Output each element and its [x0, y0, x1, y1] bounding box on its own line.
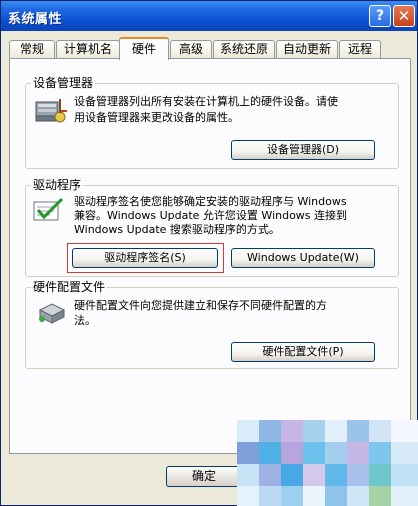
- hardware-profiles-group-title: 硬件配置文件: [31, 280, 108, 294]
- hardware-profiles-description-line2: 法。: [74, 314, 96, 327]
- tab-computer-name[interactable]: 计算机名: [56, 40, 120, 59]
- device-manager-icon: [35, 99, 67, 123]
- driver-signing-icon: [33, 197, 64, 221]
- title-bar[interactable]: 系统属性 ? ✕: [1, 1, 417, 31]
- hardware-profiles-group: 硬件配置文件 硬件配置文件向您提供建立和保存不同硬件配置的方 法。 硬件配置文件…: [25, 280, 399, 369]
- drivers-group: 驱动程序 驱动程序签名使您能够确定安装的驱动程序与 Windows 兼容。Win…: [25, 178, 399, 277]
- tab-system-restore[interactable]: 系统还原: [213, 40, 275, 59]
- ok-button[interactable]: 确定: [166, 466, 242, 487]
- hardware-profiles-button[interactable]: 硬件配置文件(P): [231, 342, 375, 362]
- device-manager-description-line2: 用设备管理器来更改设备的属性。: [74, 111, 239, 124]
- tab-strip: 常规 计算机名 硬件 高级 系统还原 自动更新 远程: [9, 37, 413, 60]
- pixelated-watermark: [237, 420, 418, 506]
- close-button[interactable]: ✕: [393, 5, 415, 27]
- tab-advanced[interactable]: 高级: [170, 40, 212, 59]
- tab-hardware[interactable]: 硬件: [119, 37, 169, 60]
- hardware-profiles-description-line1: 硬件配置文件向您提供建立和保存不同硬件配置的方: [74, 299, 327, 312]
- device-manager-group: 设备管理器 设备管理器列出所有安装在计算机上的硬件设备。请使 用设备管理器来更改…: [25, 76, 399, 169]
- driver-description-line1: 驱动程序签名使您能够确定安装的驱动程序与 Windows: [74, 195, 347, 208]
- help-button[interactable]: ?: [369, 5, 391, 27]
- device-manager-description-line1: 设备管理器列出所有安装在计算机上的硬件设备。请使: [74, 95, 338, 108]
- device-manager-button[interactable]: 设备管理器(D): [231, 140, 375, 160]
- drivers-group-title: 驱动程序: [31, 178, 84, 192]
- driver-description-line2: 兼容。Windows Update 允许您设置 Windows 连接到: [74, 209, 348, 222]
- tab-automatic-updates[interactable]: 自动更新: [276, 40, 338, 59]
- window-title: 系统属性: [8, 12, 63, 27]
- device-manager-group-title: 设备管理器: [31, 76, 96, 90]
- tab-general[interactable]: 常规: [9, 40, 55, 59]
- hardware-profile-icon: [38, 303, 66, 324]
- windows-update-button[interactable]: Windows Update(W): [231, 248, 375, 268]
- driver-signing-button[interactable]: 驱动程序签名(S): [72, 248, 218, 268]
- tab-remote[interactable]: 远程: [339, 40, 381, 59]
- hardware-tab-panel: 设备管理器 设备管理器列出所有安装在计算机上的硬件设备。请使 用设备管理器来更改…: [9, 58, 411, 454]
- driver-description-line3: Windows Update 搜索驱动程序的方式。: [74, 223, 280, 236]
